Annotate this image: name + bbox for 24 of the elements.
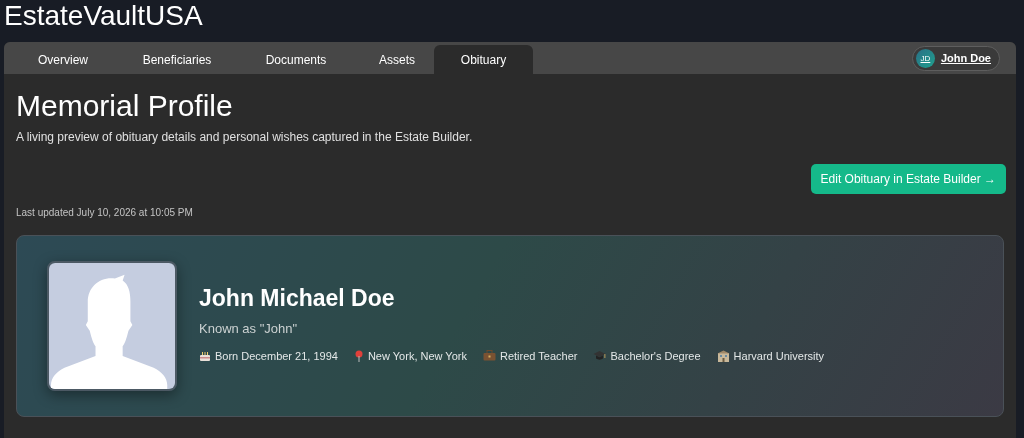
tab[interactable]: Documents	[232, 45, 360, 74]
page-subtitle: A living preview of obituary details and personal wishes captured in the Estate Builder.	[16, 130, 473, 144]
briefcase-icon	[483, 350, 496, 361]
cake-icon	[199, 349, 211, 362]
last-updated: Last updated July 10, 2026 at 10:05 PM	[16, 207, 193, 218]
pin-icon	[353, 349, 364, 362]
tab[interactable]: Assets	[360, 45, 434, 74]
fact-text: Bachelor's Degree	[610, 349, 701, 362]
avatar: JD	[915, 48, 935, 68]
app-logo: EstateVaultUSA	[3, 0, 203, 33]
person-name: John Michael Doe	[199, 284, 396, 312]
page-title: Memorial Profile	[16, 88, 233, 124]
fact-text: New York, New York	[367, 349, 467, 362]
fact-text: Harvard University	[733, 349, 825, 362]
fact-text: Born December 21, 1994	[215, 349, 338, 362]
tab[interactable]: Obituary	[434, 45, 533, 74]
nickname: Known as "John"	[199, 320, 299, 336]
user-name: John Doe	[940, 52, 991, 64]
building-icon	[716, 349, 730, 362]
fact-text: Retired Teacher	[500, 349, 578, 362]
tab[interactable]: Overview	[4, 45, 122, 74]
tab[interactable]: Beneficiaries	[122, 45, 232, 74]
user-menu[interactable]: JD John Doe	[911, 45, 1000, 71]
graduation-cap-icon	[593, 350, 607, 361]
